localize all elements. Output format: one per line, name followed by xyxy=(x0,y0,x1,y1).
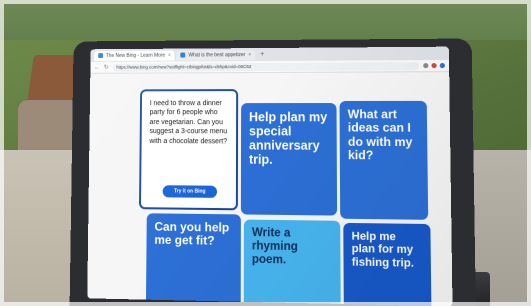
new-tab-button[interactable]: + xyxy=(257,51,267,58)
tab-label: What is the best appetizer xyxy=(188,51,246,58)
tab-label: The New Bing - Learn More xyxy=(105,52,166,59)
favorites-icon[interactable] xyxy=(439,63,445,69)
close-icon[interactable]: × xyxy=(248,52,251,58)
extension-icon[interactable] xyxy=(423,63,429,69)
url-text: https://www.bing.com/new?setflight=cibin… xyxy=(116,64,252,70)
prompt-card-anniversary[interactable]: Help plan my special anniversary trip. xyxy=(240,103,338,216)
prompt-text: I need to throw a dinner party for 6 peo… xyxy=(149,100,228,146)
toolbar-icons xyxy=(423,63,445,69)
close-icon[interactable]: × xyxy=(168,52,171,58)
prompt-card-fishing[interactable]: Help me plan for my fishing trip. xyxy=(343,222,432,306)
prompt-card-art[interactable]: What art ideas can I do with my kid? xyxy=(339,100,429,220)
browser-tab[interactable]: What is the best appetizer × xyxy=(176,49,256,61)
refresh-icon[interactable]: ↻ xyxy=(104,64,109,71)
prompt-card-poem[interactable]: Write a rhyming poem. xyxy=(243,219,341,306)
bing-favicon-icon xyxy=(98,53,104,59)
url-field[interactable]: https://www.bing.com/new?setflight=cibin… xyxy=(112,61,420,72)
try-on-bing-button[interactable]: Try it on Bing xyxy=(162,185,218,198)
browser-tab-active[interactable]: The New Bing - Learn More × xyxy=(94,50,175,61)
laptop-screen: The New Bing - Learn More × What is the … xyxy=(87,46,453,306)
profile-icon[interactable] xyxy=(431,63,437,69)
photo-scene: The New Bing - Learn More × What is the … xyxy=(0,0,531,306)
back-icon[interactable]: ← xyxy=(94,64,100,70)
bing-favicon-icon xyxy=(180,52,186,58)
prompt-card-fitness[interactable]: Can you help me get fit? xyxy=(145,213,241,306)
bing-page: I need to throw a dinner party for 6 peo… xyxy=(87,72,453,306)
prompt-card-dinner[interactable]: I need to throw a dinner party for 6 peo… xyxy=(138,89,239,211)
